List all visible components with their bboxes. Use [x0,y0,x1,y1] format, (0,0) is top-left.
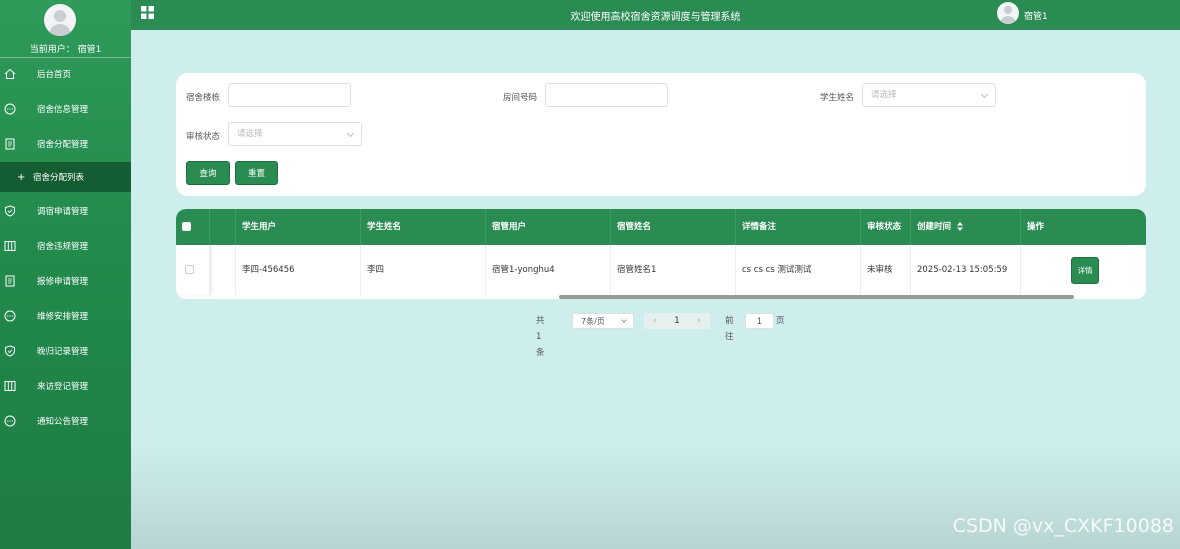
avatar[interactable] [44,4,76,36]
sidebar-item-maintenance[interactable]: 维修安排管理 [0,301,131,331]
table-cell: cs cs cs 测试测试 [736,245,861,295]
column-header[interactable]: 操作 [1021,209,1146,245]
page-number-1[interactable]: 1 [666,313,688,329]
sidebar-item-notice[interactable]: 通知公告管理 [0,406,131,436]
chevron-down-icon [346,129,355,138]
sidebar-item-transfer[interactable]: 调宿申请管理 [0,196,131,226]
table-cell: 2025-02-13 15:05:59 [911,245,1021,295]
sidebar-item-label: 宿舍违规管理 [37,242,89,252]
header-index-cell [210,209,236,245]
building-label: 宿舍楼栋 [186,93,221,103]
page-suffix: 页 [776,316,785,326]
column-header[interactable]: 审核状态 [861,209,911,245]
table-cell: 李四 [361,245,486,295]
query-button[interactable]: 查询 [186,161,230,185]
table-cell: 未审核 [861,245,911,295]
sidebar-item-late-return[interactable]: 晚归记录管理 [0,336,131,366]
page-size-select[interactable]: 7条/页 [572,313,634,329]
sidebar-item-label: 维修安排管理 [37,312,89,322]
room-label: 房间号码 [503,93,538,103]
column-header-created[interactable]: 创建时间 [911,209,1021,245]
sidebar-item-label: 宿舍信息管理 [37,105,89,115]
sidebar-item-repair[interactable]: 报修申请管理 [0,266,131,296]
student-name-placeholder: 请选择 [871,90,897,100]
user-name[interactable]: 宿管1 [1024,9,1048,22]
column-header: 创建时间 [917,222,952,232]
app-title: 欢迎使用高校宿舍资源调度与管理系统 [570,12,741,23]
select-all-checkbox[interactable] [182,222,191,231]
sidebar-item-home[interactable]: 后台首页 [0,59,131,89]
reset-button[interactable]: 重置 [235,161,278,185]
sidebar-item-violation[interactable]: 宿舍违规管理 [0,231,131,261]
plus-icon: + [17,171,26,183]
row-checkbox-cell [176,245,210,295]
chevron-down-icon [980,90,989,99]
building-input[interactable] [228,83,351,107]
goto-label: 前往 [725,316,734,342]
current-user-label: 当前用户： 宿管1 [29,45,102,55]
home-icon [4,68,16,79]
prev-page-button[interactable]: ‹ [644,313,666,329]
action-cell: 详情 [1021,245,1146,295]
status-select[interactable]: 请选择 [228,122,362,146]
next-page-button[interactable]: › [688,313,710,329]
status-placeholder: 请选择 [237,129,263,139]
sidebar-item-label: 宿舍分配管理 [37,140,89,150]
column-header[interactable]: 学生用户 [236,209,361,245]
chevron-down-icon [621,317,627,323]
column-header[interactable]: 学生姓名 [361,209,486,245]
watermark: CSDN @vx_CXKF10088 [952,515,1174,537]
chat-icon [4,103,16,115]
columns-icon [4,381,16,391]
sidebar-item-label: 晚归记录管理 [37,347,89,357]
page-size-value: 7条/页 [581,317,605,326]
student-name-select[interactable]: 请选择 [862,83,996,107]
chat-icon [4,310,16,322]
sidebar-item-label: 宿舍分配列表 [33,173,85,183]
sidebar-item-label: 通知公告管理 [37,417,89,427]
document-icon [5,275,15,287]
horizontal-scrollbar[interactable] [559,295,1074,299]
student-name-label: 学生姓名 [820,93,855,103]
row-checkbox[interactable] [185,265,194,274]
data-table: 学生用户 学生姓名 宿管用户 宿管姓名 详情备注 审核状态 创建时间 操作 李四… [176,209,1146,299]
row-index-cell [210,245,236,295]
sidebar-item-label: 来访登记管理 [37,382,89,392]
sidebar-item-dorm-info[interactable]: 宿舍信息管理 [0,94,131,124]
column-header[interactable]: 宿管用户 [486,209,611,245]
status-label: 审核状态 [186,132,221,142]
detail-button[interactable]: 详情 [1071,257,1099,284]
column-header[interactable]: 详情备注 [736,209,861,245]
shield-icon [5,345,15,357]
sidebar-divider [0,57,131,58]
sidebar-item-label: 调宿申请管理 [37,207,89,217]
header-checkbox-cell [176,209,210,245]
column-header[interactable]: 宿管姓名 [611,209,736,245]
sidebar: 当前用户： 宿管1 后台首页 宿舍信息管理 宿舍分配管理 + 宿舍分配列表 调宿… [0,0,131,549]
table-cell: 宿管1-yonghu4 [486,245,611,295]
document-icon [5,138,15,150]
goto-page-input[interactable]: 1 [745,313,774,329]
main-content: 宿舍楼栋 房间号码 学生姓名 请选择 审核状态 请选择 查询 重置 学生用户 学… [131,30,1180,549]
shield-icon [5,205,15,217]
sidebar-item-label: 后台首页 [37,70,72,80]
chevron-left-icon: ‹ [653,316,657,326]
chat-icon [4,415,16,427]
total-count: 共 1 条 [536,316,545,358]
sidebar-item-dorm-allocation[interactable]: 宿舍分配管理 [0,129,131,159]
search-panel: 宿舍楼栋 房间号码 学生姓名 请选择 审核状态 请选择 查询 重置 [176,73,1146,196]
user-avatar[interactable] [997,2,1019,24]
room-input[interactable] [545,83,668,107]
sort-icon[interactable] [957,222,963,231]
chevron-right-icon: › [697,316,701,326]
table-cell: 宿管姓名1 [611,245,736,295]
columns-icon [4,241,16,251]
sidebar-item-allocation-list[interactable]: + 宿舍分配列表 [0,162,131,192]
table-header: 学生用户 学生姓名 宿管用户 宿管姓名 详情备注 审核状态 创建时间 操作 [176,209,1146,245]
sidebar-item-label: 报修申请管理 [37,277,89,287]
table-cell: 李四-456456 [236,245,361,295]
top-bar: 欢迎使用高校宿舍资源调度与管理系统 宿管1 [131,0,1180,30]
sidebar-item-visitor[interactable]: 来访登记管理 [0,371,131,401]
